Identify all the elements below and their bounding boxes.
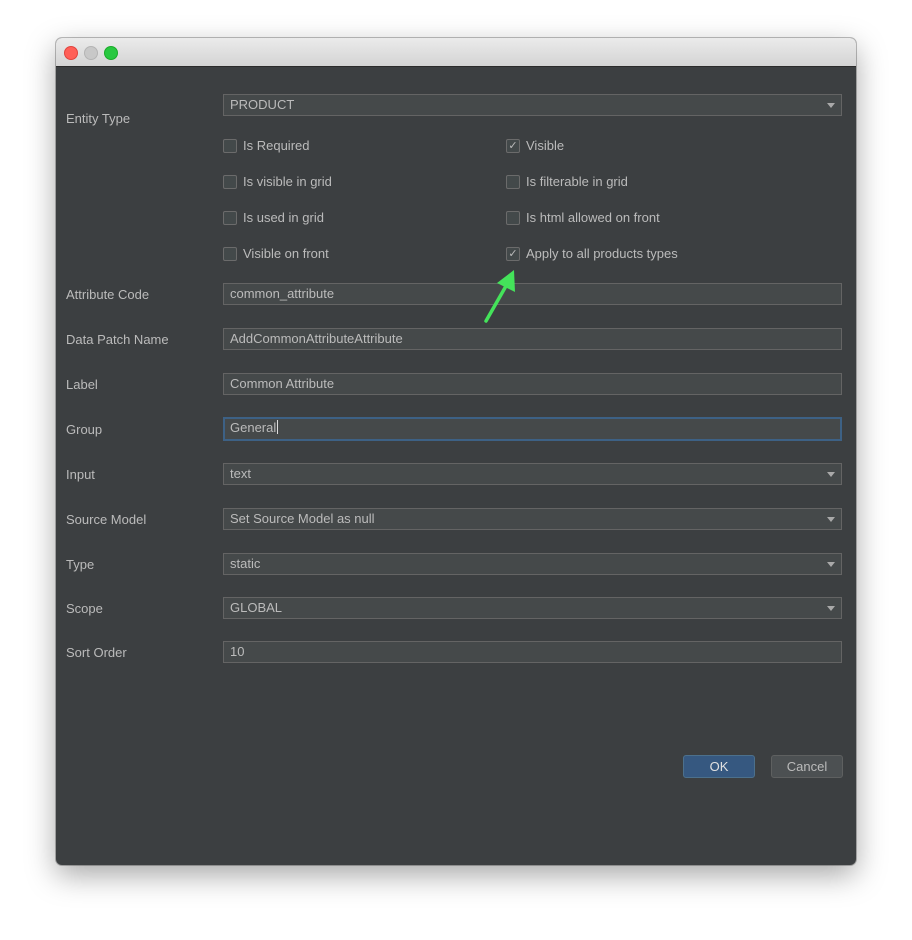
- chevron-down-icon: [827, 517, 835, 522]
- chevron-down-icon: [827, 606, 835, 611]
- attribute-code-input[interactable]: common_attribute: [223, 283, 842, 305]
- scope-value: GLOBAL: [230, 600, 283, 615]
- input-label: Input: [66, 467, 95, 482]
- input-value: text: [230, 466, 251, 481]
- scope-label: Scope: [66, 601, 103, 616]
- zoom-window-button[interactable]: [104, 46, 118, 60]
- checkbox-icon: [223, 247, 237, 261]
- new-eav-attribute-dialog: Entity Type PRODUCT Is Required ✓ Visibl…: [56, 38, 856, 865]
- sort-order-label: Sort Order: [66, 645, 127, 660]
- label-field-label: Label: [66, 377, 98, 392]
- data-patch-name-input[interactable]: AddCommonAttributeAttribute: [223, 328, 842, 350]
- checkbox-icon: [506, 175, 520, 189]
- cancel-button[interactable]: Cancel: [771, 755, 843, 778]
- source-model-value: Set Source Model as null: [230, 511, 375, 526]
- checkbox-icon: [506, 211, 520, 225]
- checkbox-icon: [223, 211, 237, 225]
- title-bar: [56, 38, 856, 67]
- type-value: static: [230, 556, 261, 571]
- sort-order-input[interactable]: 10: [223, 641, 842, 663]
- group-value: General: [230, 420, 277, 435]
- text-caret: [277, 420, 279, 434]
- entity-type-combobox[interactable]: PRODUCT: [223, 94, 842, 116]
- ok-button[interactable]: OK: [683, 755, 755, 778]
- minimize-window-button[interactable]: [84, 46, 98, 60]
- close-window-button[interactable]: [64, 46, 78, 60]
- data-patch-name-label: Data Patch Name: [66, 332, 169, 347]
- type-label: Type: [66, 557, 95, 572]
- source-model-combobox[interactable]: Set Source Model as null: [223, 508, 842, 530]
- scope-combobox[interactable]: GLOBAL: [223, 597, 842, 619]
- checkbox-icon: [223, 175, 237, 189]
- chevron-down-icon: [827, 562, 835, 567]
- annotation-arrow-icon: [484, 270, 515, 323]
- group-label: Group: [66, 422, 103, 437]
- type-combobox[interactable]: static: [223, 553, 842, 575]
- chevron-down-icon: [827, 103, 835, 108]
- checkmark-icon: ✓: [506, 247, 520, 261]
- checkmark-icon: ✓: [506, 139, 520, 153]
- group-input[interactable]: General: [223, 417, 842, 441]
- input-combobox[interactable]: text: [223, 463, 842, 485]
- entity-type-value: PRODUCT: [230, 97, 295, 112]
- label-input[interactable]: Common Attribute: [223, 373, 842, 395]
- source-model-label: Source Model: [66, 512, 147, 527]
- attribute-code-label: Attribute Code: [66, 287, 150, 302]
- checkbox-icon: [223, 139, 237, 153]
- chevron-down-icon: [827, 472, 835, 477]
- entity-type-label: Entity Type: [66, 111, 131, 126]
